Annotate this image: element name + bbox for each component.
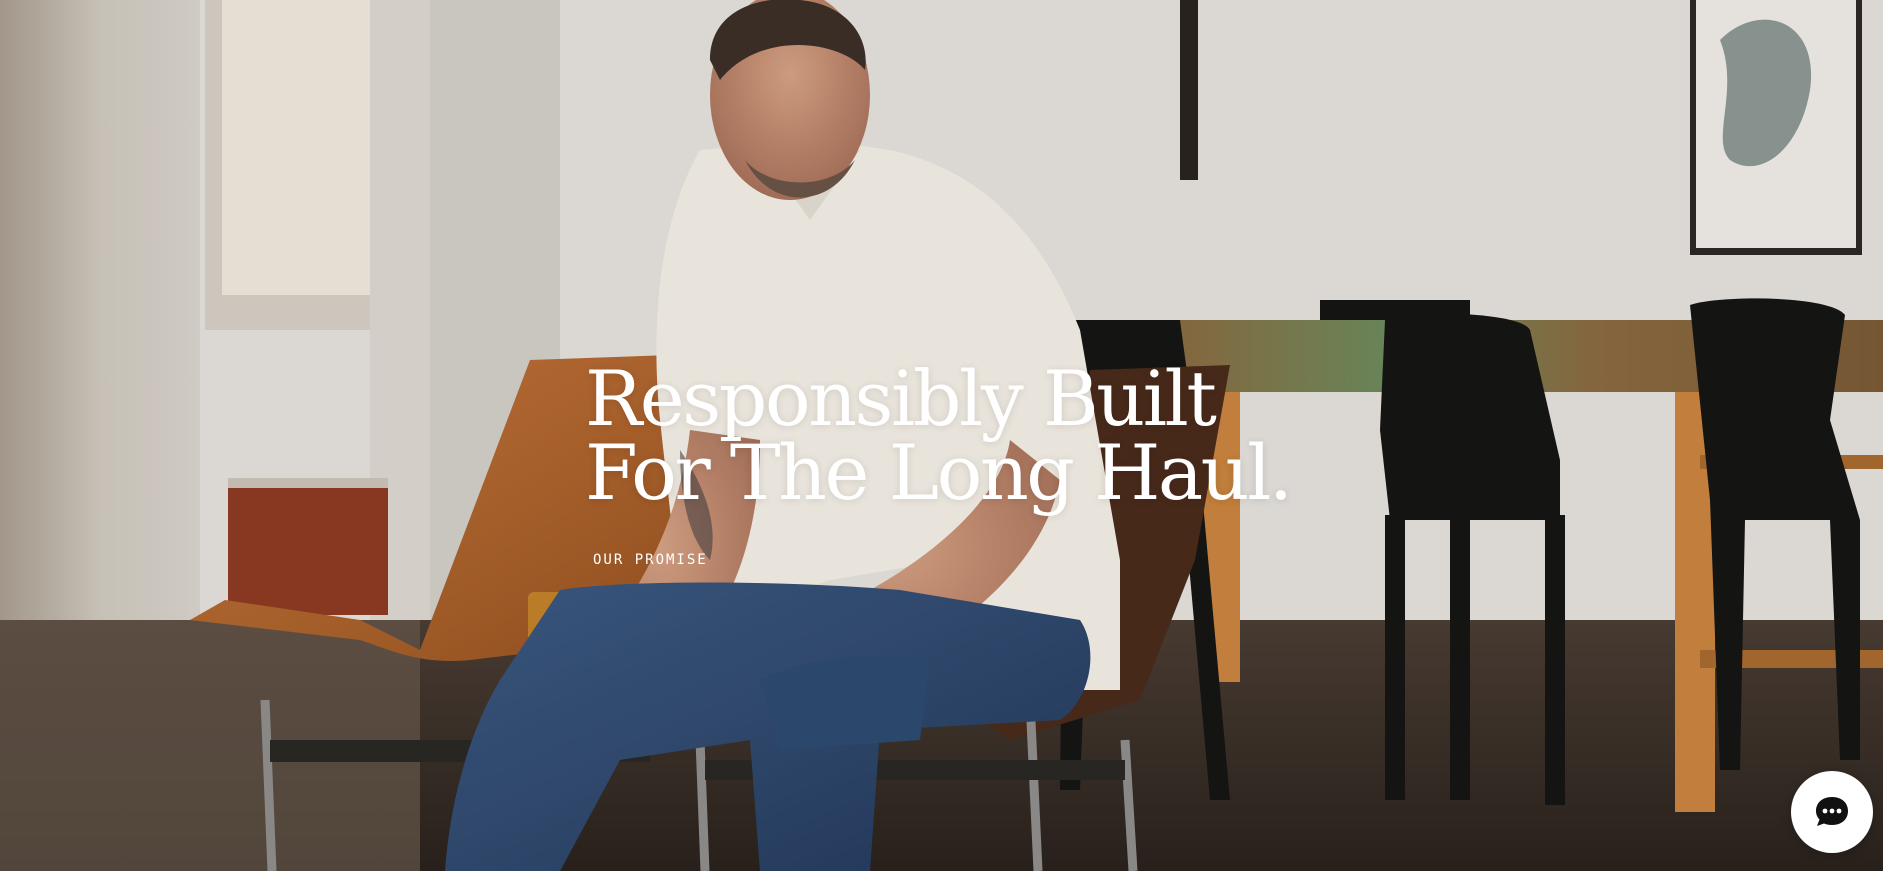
our-promise-link[interactable]: OUR PROMISE: [593, 552, 708, 568]
hero-headline-line-1: Responsibly Built: [585, 354, 1217, 443]
chat-widget-button[interactable]: [1791, 771, 1873, 853]
hero-headline: Responsibly Built For The Long Haul.: [585, 354, 1293, 517]
hero-headline-line-2: For The Long Haul.: [585, 428, 1293, 517]
hero-content: Responsibly Built For The Long Haul. OUR…: [585, 354, 1293, 569]
chat-bubble-icon: [1816, 797, 1848, 826]
hero-banner: Responsibly Built For The Long Haul. OUR…: [0, 0, 1883, 871]
